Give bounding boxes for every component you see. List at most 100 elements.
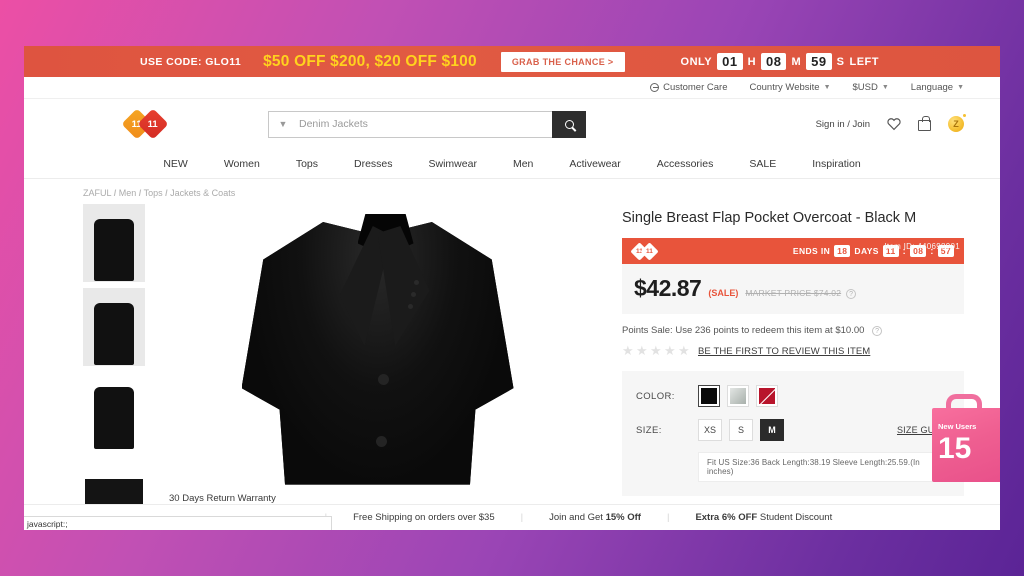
countdown-only-label: ONLY [680, 55, 713, 68]
thumbnail-gallery [83, 204, 147, 530]
free-shipping-text: Free Shipping on orders over $35 [353, 512, 495, 523]
color-swatch-gray[interactable] [727, 385, 749, 407]
points-coin-icon[interactable]: Z [948, 114, 966, 132]
size-options: XS S M [698, 419, 785, 441]
page-background: USE CODE: GLO11 $50 OFF $200, $20 OFF $1… [0, 0, 1024, 576]
breadcrumb-separator: / [138, 188, 142, 198]
new-users-amount: 15 [938, 432, 972, 465]
overcoat-photo [228, 204, 528, 494]
search-bar[interactable]: ▼ [268, 110, 586, 138]
browser-status-bar: javascript:; [24, 516, 332, 530]
nav-item-tops[interactable]: Tops [296, 158, 318, 170]
country-website-selector[interactable]: Country Website ▼ [750, 82, 831, 93]
language-selector[interactable]: Language ▼ [911, 82, 964, 93]
breadcrumb-separator: / [165, 188, 168, 198]
product-attributes: COLOR: SIZE: XS S M SIZE GUIDE Fit US Si… [622, 371, 964, 496]
strip-separator: | [666, 512, 670, 523]
chevron-down-icon: ▼ [823, 84, 831, 91]
grab-the-chance-button[interactable]: GRAB THE CHANCE > [500, 51, 625, 72]
size-option-s[interactable]: S [729, 419, 754, 441]
color-label: COLOR: [636, 390, 675, 402]
breadcrumb-separator: / [113, 188, 117, 198]
promo-countdown: ONLY 01 H 08 M 59 S LEFT [681, 53, 879, 70]
nav-item-men[interactable]: Men [513, 158, 533, 170]
countdown-minutes-unit: M [791, 55, 802, 68]
promo-code-label: USE CODE: GLO11 [140, 55, 242, 68]
deal-days: 18 [834, 245, 851, 257]
deal-ends-in-label: ENDS IN [792, 246, 831, 256]
breadcrumb-item-zaful[interactable]: ZAFUL [83, 188, 111, 198]
nav-item-dresses[interactable]: Dresses [354, 158, 393, 170]
join-discount-text[interactable]: Join and Get 15% Off [549, 512, 641, 523]
nav-item-sale[interactable]: SALE [749, 158, 776, 170]
nav-item-women[interactable]: Women [224, 158, 260, 170]
points-help-icon[interactable]: ? [872, 326, 883, 336]
chevron-down-icon: ▼ [957, 84, 964, 91]
color-swatch-black[interactable] [698, 385, 720, 407]
nav-item-activewear[interactable]: Activewear [569, 158, 620, 170]
color-row: COLOR: [636, 383, 950, 409]
points-sale-text: Points Sale: Use 236 points to redeem th… [622, 314, 964, 345]
nav-item-swimwear[interactable]: Swimwear [429, 158, 477, 170]
market-price: MARKET PRICE $74.02 [745, 288, 842, 298]
nav-item-accessories[interactable]: Accessories [657, 158, 714, 170]
thumbnail-2[interactable] [83, 288, 145, 366]
points-sale-label: Points Sale: Use 236 points to redeem th… [622, 325, 865, 336]
chevron-down-icon: ▼ [881, 84, 889, 91]
thumbnail-1[interactable] [83, 204, 145, 282]
currency-selector[interactable]: $USD ▼ [853, 82, 889, 93]
price-box: $42.87 (SALE) MARKET PRICE $74.02 ? [622, 264, 964, 314]
write-review-link[interactable]: BE THE FIRST TO REVIEW THIS ITEM [698, 346, 870, 357]
customer-care-label: Customer Care [663, 82, 728, 93]
fit-measurements-note: Fit US Size:36 Back Length:38.19 Sleeve … [698, 452, 950, 482]
promo-offer-text: $50 OFF $200, $20 OFF $100 [263, 52, 477, 70]
sign-in-join-link[interactable]: Sign in / Join [816, 119, 870, 130]
star-rating[interactable]: ★ ★ ★ ★ ★ [622, 343, 690, 358]
header-actions: Sign in / Join Z [816, 114, 966, 132]
countdown-seconds-unit: S [836, 55, 845, 68]
site-header: 11 11 ▼ Sign in / Join Z [24, 99, 1000, 149]
nav-item-new[interactable]: NEW [163, 158, 188, 170]
chat-bubble-icon [650, 83, 660, 92]
zaful-1111-logo[interactable]: 11 11 [121, 108, 174, 140]
new-users-label: New Users [938, 422, 977, 431]
star-icon: ★ [636, 343, 648, 358]
star-icon: ★ [622, 343, 634, 358]
color-swatches [698, 385, 778, 407]
size-option-m[interactable]: M [760, 419, 785, 441]
language-label: Language [910, 82, 954, 93]
size-option-xs[interactable]: XS [698, 419, 723, 441]
item-id-hint: Item ID: 440698901 [884, 242, 960, 251]
search-input[interactable] [297, 111, 552, 137]
nav-item-inspiration[interactable]: Inspiration [812, 158, 860, 170]
product-hero-image[interactable] [147, 204, 608, 494]
search-category-chevron-down-icon[interactable]: ▼ [269, 119, 297, 129]
size-label: SIZE: [636, 424, 662, 436]
utility-bar: Customer Care Country Website ▼ $USD ▼ L… [24, 77, 1000, 99]
country-website-label: Country Website [749, 82, 820, 93]
main-navigation: NEW Women Tops Dresses Swimwear Men Acti… [24, 149, 1000, 179]
product-title: Single Breast Flap Pocket Overcoat - Bla… [622, 210, 917, 226]
countdown-hours-unit: H [747, 55, 757, 68]
star-icon: ★ [664, 343, 676, 358]
browser-content-window: USE CODE: GLO11 $50 OFF $200, $20 OFF $1… [24, 46, 1000, 530]
sale-badge: (SALE) [708, 288, 739, 298]
breadcrumb-item-tops[interactable]: Tops [144, 188, 163, 198]
thumbnail-3[interactable] [83, 372, 145, 450]
shopping-bag-icon[interactable] [918, 116, 931, 131]
wishlist-heart-icon[interactable] [887, 117, 901, 131]
breadcrumb-item-men[interactable]: Men [119, 188, 137, 198]
product-main: Single Breast Flap Pocket Overcoat - Bla… [24, 204, 1000, 530]
new-users-promo-widget[interactable]: New Users 15 [932, 394, 1000, 482]
countdown-minutes: 08 [761, 53, 787, 70]
price-help-icon[interactable]: ? [846, 289, 857, 299]
star-icon: ★ [678, 343, 690, 358]
color-swatch-red-soldout[interactable] [756, 385, 778, 407]
search-button[interactable] [552, 110, 586, 138]
strip-separator: | [520, 512, 524, 523]
currency-label: $USD [852, 82, 878, 93]
customer-care-link[interactable]: Customer Care [650, 82, 728, 93]
student-discount-text[interactable]: Extra 6% OFF Student Discount [695, 512, 832, 523]
return-warranty-text: 30 Days Return Warranty [169, 493, 276, 504]
breadcrumb-item-jackets-coats[interactable]: Jackets & Coats [170, 188, 235, 198]
